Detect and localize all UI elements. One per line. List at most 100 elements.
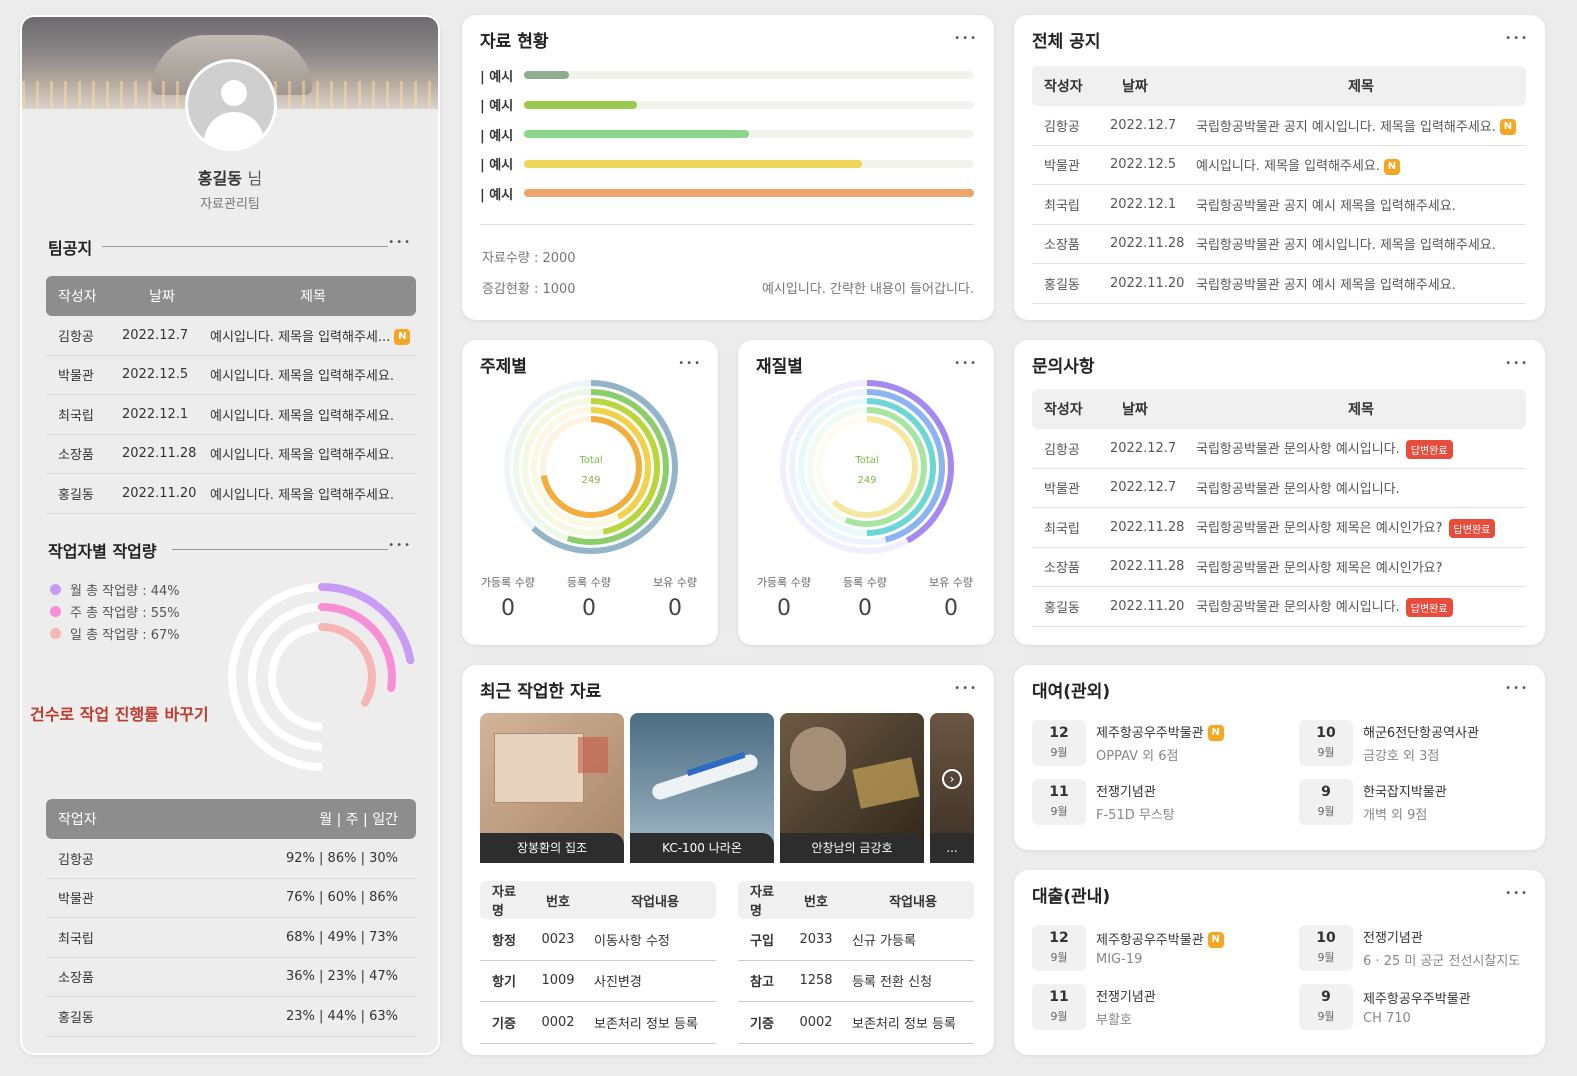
row-title: 예시입니다. 제목을 입력해주세... bbox=[210, 329, 391, 345]
loan-item-name: 개벽 외 9점 bbox=[1363, 808, 1428, 823]
table-row[interactable]: 소장품 2022.11.28 국립항공박물관 문의사항 제목은 예시인가요? bbox=[1032, 548, 1526, 587]
table-row[interactable]: 소장품 36% | 23% | 47% bbox=[46, 958, 416, 997]
thumb-aircraft[interactable]: KC-100 나라온 bbox=[630, 713, 774, 863]
loan-date: 12 9월 bbox=[1032, 925, 1086, 971]
loan-item[interactable]: 12 9월 제주항공우주박물관 N MIG-19 bbox=[1032, 925, 1224, 971]
table-row[interactable]: 참고 1258 등록 전환 신청 bbox=[738, 961, 974, 1002]
recent-more-button[interactable] bbox=[954, 679, 978, 696]
all-notice-more-button[interactable] bbox=[1505, 29, 1529, 46]
loan-item[interactable]: 12 9월 제주항공우주박물관 N OPPAV 외 6점 bbox=[1032, 720, 1224, 766]
row-title: 예시입니다. 제목을 입력해주세요. bbox=[210, 487, 394, 503]
divider bbox=[102, 246, 388, 247]
loan-item-name: MIG-19 bbox=[1096, 952, 1143, 968]
stat-item: 등록 수량 0 bbox=[567, 576, 611, 621]
table-row[interactable]: 구입 2033 신규 가등록 bbox=[738, 919, 974, 961]
status-bar-row: | 예시 bbox=[480, 186, 980, 203]
status-bar-row: | 예시 bbox=[480, 68, 980, 85]
thumb-more[interactable]: › ... bbox=[930, 713, 974, 863]
subject-card: 주제별 Total 249 가등록 수량0 등록 수량0 보유 수량0 bbox=[462, 340, 718, 645]
material-more-button[interactable] bbox=[954, 354, 978, 371]
subject-title: 주제별 bbox=[480, 357, 527, 377]
loan-place: 제주항공우주박물관 bbox=[1096, 932, 1204, 948]
stat-item: 등록 수량 0 bbox=[843, 576, 887, 621]
bar-fill bbox=[524, 130, 749, 138]
table-row[interactable]: 홍길동 2022.11.20 국립항공박물관 문의사항 예시입니다. 답변완료 bbox=[1032, 587, 1526, 627]
team-notice-table: 작성자 날짜 제목 김항공 2022.12.7 예시입니다. 제목을 입력해주세..… bbox=[46, 276, 416, 514]
profile-name: 홍길동 님 bbox=[197, 169, 263, 188]
loan-item[interactable]: 9 9월 제주항공우주박물관 CH 710 bbox=[1299, 984, 1471, 1030]
loan-item-name: F-51D 무스탕 bbox=[1096, 808, 1175, 823]
table-row[interactable]: 기증 0002 보존처리 정보 등록 bbox=[480, 1002, 716, 1044]
bar-track bbox=[524, 100, 974, 109]
table-row[interactable]: 김항공 92% | 86% | 30% bbox=[46, 839, 416, 879]
table-row[interactable]: 최국립 2022.11.28 국립항공박물관 문의사항 제목은 예시인가요? 답변완료 bbox=[1032, 508, 1526, 548]
bar-track bbox=[524, 159, 974, 168]
table-row[interactable]: 최국립 2022.12.1 국립항공박물관 공지 예시 제목을 입력해주세요. bbox=[1032, 185, 1526, 225]
table-row[interactable]: 박물관 2022.12.7 국립항공박물관 문의사항 예시입니다. bbox=[1032, 469, 1526, 508]
table-row[interactable]: 홍길동 2022.11.20 국립항공박물관 공지 예시 제목을 입력해주세요. bbox=[1032, 264, 1526, 304]
row-title: 국립항공박물관 문의사항 제목은 예시인가요? bbox=[1196, 561, 1443, 577]
loan-item-name: OPPAV 외 6점 bbox=[1096, 749, 1179, 765]
loan-item[interactable]: 11 9월 전쟁기념관 F-51D 무스탕 bbox=[1032, 779, 1175, 825]
table-row[interactable]: 김항공 2022.12.7 국립항공박물관 공지 예시입니다. 제목을 입력해주세요… bbox=[1032, 106, 1526, 146]
table-header: 작성자 날짜 제목 bbox=[1032, 389, 1526, 429]
legend-dot bbox=[50, 606, 61, 617]
table-row[interactable]: 항정 0023 이동사항 수정 bbox=[480, 919, 716, 961]
divider bbox=[172, 549, 388, 550]
row-title: 국립항공박물관 공지 예시입니다. 제목을 입력해주세요. bbox=[1196, 238, 1496, 254]
donut-total-label: Total bbox=[854, 455, 878, 466]
loan-place: 전쟁기념관 bbox=[1096, 785, 1156, 800]
legend-item: 월 총 작업량 : 44% bbox=[50, 580, 180, 599]
table-row[interactable]: 박물관 2022.12.5 예시입니다. 제목을 입력해주세요. N bbox=[1032, 146, 1526, 185]
loan-item[interactable]: 10 9월 해군6전단항공역사관 금강호 외 3점 bbox=[1299, 720, 1479, 766]
table-header: 자료명 번호 작업내용 bbox=[480, 881, 716, 919]
answered-badge: 답변완료 bbox=[1405, 439, 1453, 459]
table-header: 작성자 날짜 제목 bbox=[1032, 66, 1526, 106]
bar-track bbox=[524, 189, 974, 197]
row-title: 예시입니다. 제목을 입력해주세요. bbox=[210, 369, 394, 385]
table-row[interactable]: 소장품 2022.11.28 국립항공박물관 공지 예시입니다. 제목을 입력해주세… bbox=[1032, 225, 1526, 264]
chevron-right-icon[interactable]: › bbox=[942, 769, 962, 789]
material-donut-chart: Total 249 bbox=[780, 380, 954, 554]
table-row[interactable]: 김항공 2022.12.7 국립항공박물관 문의사항 예시입니다. 답변완료 bbox=[1032, 429, 1526, 469]
workload-more-button[interactable]: ••• bbox=[388, 540, 412, 551]
status-more-button[interactable] bbox=[954, 29, 978, 46]
status-desc: 예시입니다. 간략한 내용이 들어갑니다. bbox=[761, 282, 974, 297]
loan-out-card: 대여(관외) 129월 제주항공우주박물관N OPPAV 외 6점 109월 해군6전단… bbox=[1014, 665, 1545, 850]
table-row[interactable]: 항기 1009 사진변경 bbox=[480, 961, 716, 1002]
inquiry-table: 작성자 날짜 제목 김항공 2022.12.7 국립항공박물관 문의사항 예시입니다… bbox=[1032, 389, 1526, 627]
thumb-document[interactable]: 장봉환의 집조 bbox=[480, 713, 624, 863]
table-row[interactable]: 김항공 2022.12.7 예시입니다. 제목을 입력해주세... N bbox=[46, 316, 416, 356]
recent-card: 최근 작업한 자료 장봉환의 집조 KC-100 나라온 안창남의 금강호 › … bbox=[462, 665, 994, 1055]
workload-note: 건수로 작업 진행률 바꾸기 bbox=[30, 705, 209, 724]
table-row[interactable]: 박물관 2022.12.5 예시입니다. 제목을 입력해주세요. bbox=[46, 356, 416, 395]
loan-place: 전쟁기념관 bbox=[1363, 931, 1423, 946]
recent-table-right: 자료명 번호 작업내용 구입 2033 신규 가등록 참고 1258 등록 전환 신청 기증… bbox=[738, 881, 974, 1044]
loan-out-more-button[interactable] bbox=[1505, 679, 1529, 696]
new-badge: N bbox=[1383, 158, 1400, 175]
table-header: 자료명 번호 작업내용 bbox=[738, 881, 974, 919]
loan-in-more-button[interactable] bbox=[1505, 884, 1529, 901]
table-row[interactable]: 최국립 2022.12.1 예시입니다. 제목을 입력해주세요. bbox=[46, 395, 416, 435]
table-header: 작업자 월 | 주 | 일간 bbox=[46, 799, 416, 839]
status-count: 자료수량 : 2000 bbox=[482, 251, 576, 266]
material-title: 재질별 bbox=[756, 357, 803, 377]
avatar[interactable] bbox=[185, 59, 277, 151]
answered-badge: 답변완료 bbox=[1405, 597, 1453, 617]
table-row[interactable]: 홍길동 2022.11.20 예시입니다. 제목을 입력해주세요. bbox=[46, 474, 416, 514]
loan-in-title: 대출(관내) bbox=[1032, 887, 1111, 907]
status-bar-row: | 예시 bbox=[480, 157, 980, 173]
table-row[interactable]: 기증 0002 보존처리 정보 등록 bbox=[738, 1002, 974, 1044]
thumb-painting[interactable]: 안창남의 금강호 bbox=[780, 713, 924, 863]
table-row[interactable]: 최국립 68% | 49% | 73% bbox=[46, 918, 416, 958]
table-row[interactable]: 박물관 76% | 60% | 86% bbox=[46, 879, 416, 918]
inquiry-more-button[interactable] bbox=[1505, 354, 1529, 371]
table-row[interactable]: 소장품 2022.11.28 예시입니다. 제목을 입력해주세요. bbox=[46, 435, 416, 474]
loan-item[interactable]: 11 9월 전쟁기념관 부활호 bbox=[1032, 984, 1156, 1030]
loan-item[interactable]: 10 9월 전쟁기념관 6 · 25 미 공군 전선시찰지도 bbox=[1299, 925, 1520, 971]
loan-item[interactable]: 9 9월 한국잡지박물관 개벽 외 9점 bbox=[1299, 779, 1447, 825]
team-notice-more-button[interactable]: ••• bbox=[388, 237, 412, 248]
status-bar-row: | 예시 bbox=[480, 98, 980, 114]
subject-more-button[interactable] bbox=[678, 354, 702, 371]
table-row[interactable]: 홍길동 23% | 44% | 63% bbox=[46, 997, 416, 1037]
